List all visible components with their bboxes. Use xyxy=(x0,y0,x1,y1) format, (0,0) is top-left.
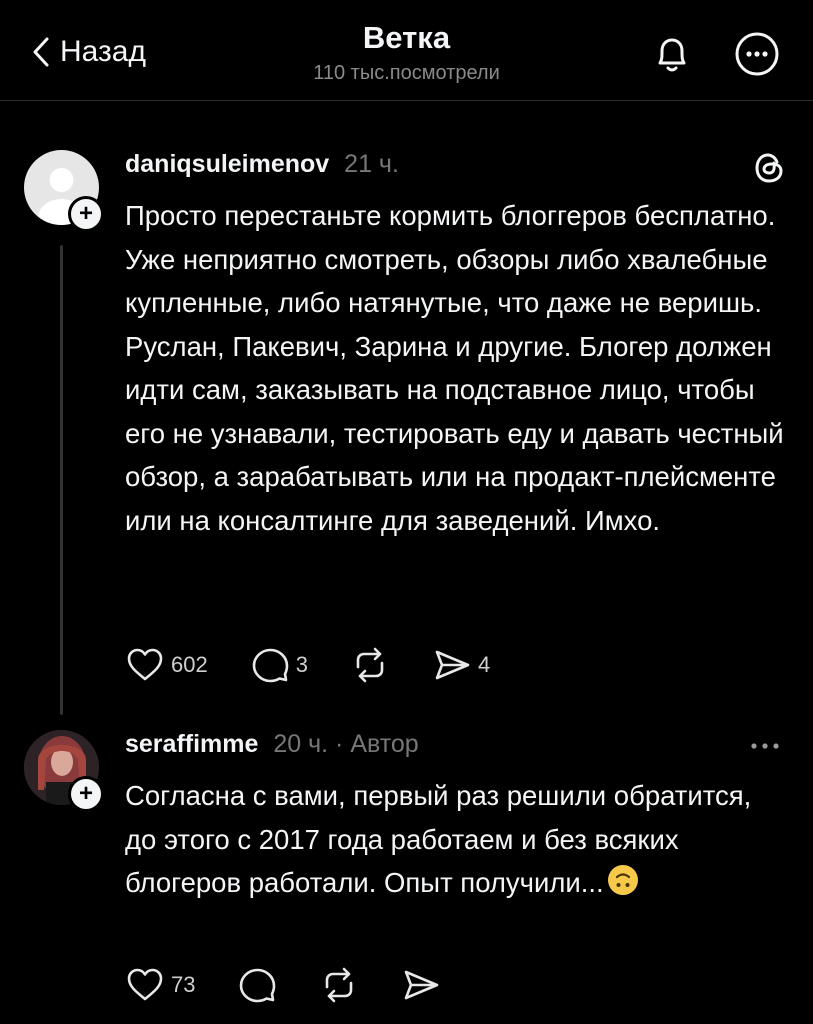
send-icon xyxy=(405,970,439,1000)
share-button[interactable]: 4 xyxy=(432,642,490,688)
share-count: 4 xyxy=(477,652,491,677)
repost-button[interactable] xyxy=(319,962,359,1008)
post-actions: 602 3 4 xyxy=(125,642,490,688)
more-options-icon[interactable] xyxy=(740,732,790,760)
like-count: 73 xyxy=(171,972,196,997)
username[interactable]: seraffimme xyxy=(125,730,258,758)
post-text-wrap: Согласна с вами, первый раз решили обрат… xyxy=(125,774,785,905)
comment-icon xyxy=(252,648,289,683)
threads-logo-icon xyxy=(755,153,783,183)
more-circle-icon[interactable] xyxy=(733,30,781,78)
like-button[interactable]: 73 xyxy=(125,962,195,1008)
upside-down-face-icon xyxy=(607,865,638,895)
reply-button[interactable]: 3 xyxy=(250,642,308,688)
bell-icon[interactable] xyxy=(648,30,696,78)
post-meta: daniqsuleimenov 21 ч. xyxy=(125,150,399,179)
author-tag: · Автор xyxy=(335,730,419,758)
repost-button[interactable] xyxy=(350,642,390,688)
post-time: 20 ч. xyxy=(273,730,329,758)
like-button[interactable]: 602 xyxy=(125,642,208,688)
send-icon xyxy=(435,650,470,680)
comment-icon xyxy=(240,968,276,1003)
post-text: Просто перестаньте кормить блоггеров бес… xyxy=(125,200,784,536)
thread-line xyxy=(60,245,63,715)
repost-icon xyxy=(326,967,353,1003)
follow-button[interactable]: + xyxy=(68,776,104,812)
post-time: 21 ч. xyxy=(344,150,399,178)
heart-icon xyxy=(127,968,163,1001)
repost-icon xyxy=(356,647,384,683)
share-button[interactable] xyxy=(401,962,441,1008)
follow-button[interactable]: + xyxy=(68,196,104,232)
top-bar: Назад Ветка 110 тыс.посмотрели xyxy=(0,0,813,101)
reply-button[interactable] xyxy=(237,962,277,1008)
like-count: 602 xyxy=(171,652,208,677)
username[interactable]: daniqsuleimenov xyxy=(125,150,329,178)
heart-icon xyxy=(127,648,163,681)
post-actions: 73 xyxy=(125,962,441,1008)
reply-count: 3 xyxy=(295,652,308,677)
post-text: Согласна с вами, первый раз решили обрат… xyxy=(125,780,752,898)
post-meta: seraffimme 20 ч. · Автор xyxy=(125,730,419,759)
